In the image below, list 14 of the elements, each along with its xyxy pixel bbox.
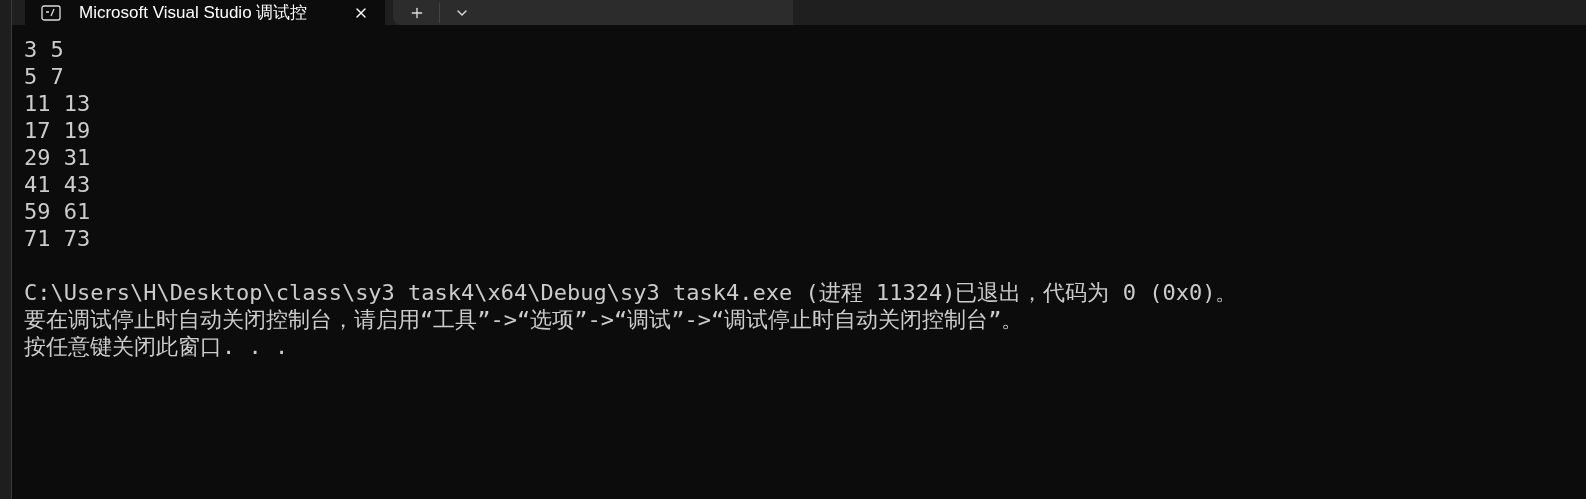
message-line: 要在调试停止时自动关闭控制台，请启用“工具”->“选项”->“调试”->“调试停止时自动关闭控制台”。 [24,306,1024,333]
output-line: 5 7 [24,63,64,90]
console-icon [41,4,61,21]
message-line: C:\Users\H\Desktop\class\sy3 task4\x64\Debug\sy3 task4.exe (进程 11324)已退出，代码为 0 (0x0)。 [24,279,1238,306]
tab-title: Microsoft Visual Studio 调试控 [79,1,308,24]
console-tab[interactable]: Microsoft Visual Studio 调试控 [25,0,385,25]
output-line: 11 13 [24,90,91,117]
output-line: 17 19 [24,117,91,144]
output-line: 29 31 [24,144,91,171]
output-line: 3 5 [24,36,64,63]
output-line: 59 61 [24,198,91,225]
output-line: 41 43 [24,171,91,198]
message-line: 按任意键关闭此窗口. . . [24,333,289,360]
output-line: 71 73 [24,225,91,252]
